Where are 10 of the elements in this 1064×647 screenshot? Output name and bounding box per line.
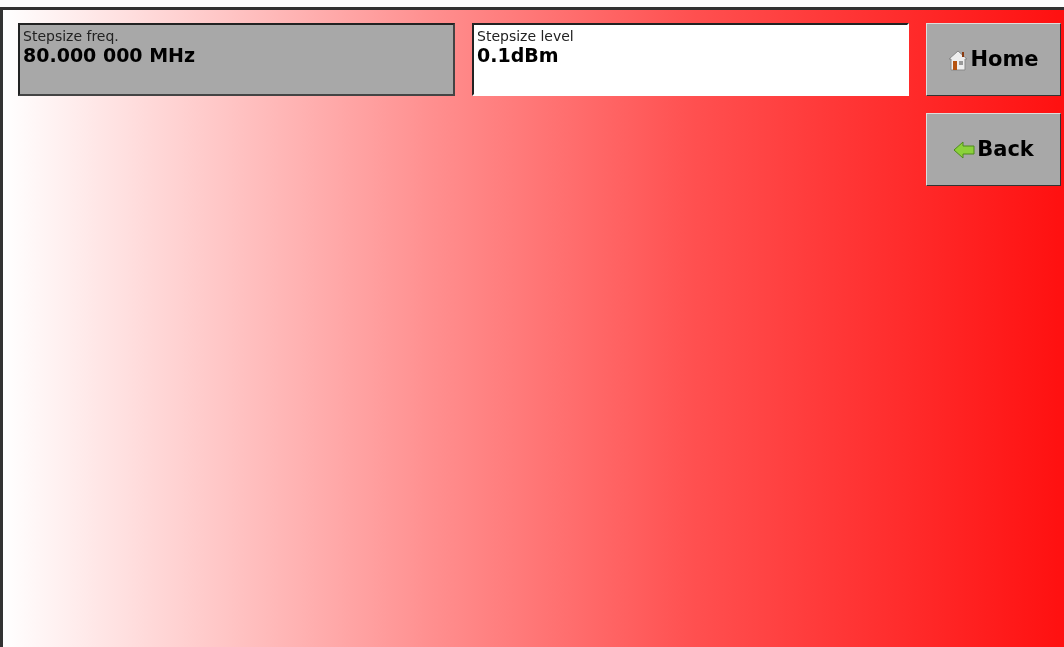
value-field[interactable]: Stepsize freq. 80.000 000 MHz	[18, 23, 455, 96]
left-arrow-icon	[953, 140, 976, 159]
field-value: 80.000 000 MHz	[23, 44, 197, 66]
back-button[interactable]: Back	[926, 113, 1061, 186]
field-value: 0.1dBm	[477, 44, 560, 66]
house-icon	[948, 48, 969, 71]
field-label: Stepsize freq.	[23, 28, 120, 44]
value-field[interactable]: Stepsize level 0.1dBm	[472, 23, 909, 96]
field-label: Stepsize level	[477, 28, 575, 44]
home-button[interactable]: Home	[926, 23, 1061, 96]
